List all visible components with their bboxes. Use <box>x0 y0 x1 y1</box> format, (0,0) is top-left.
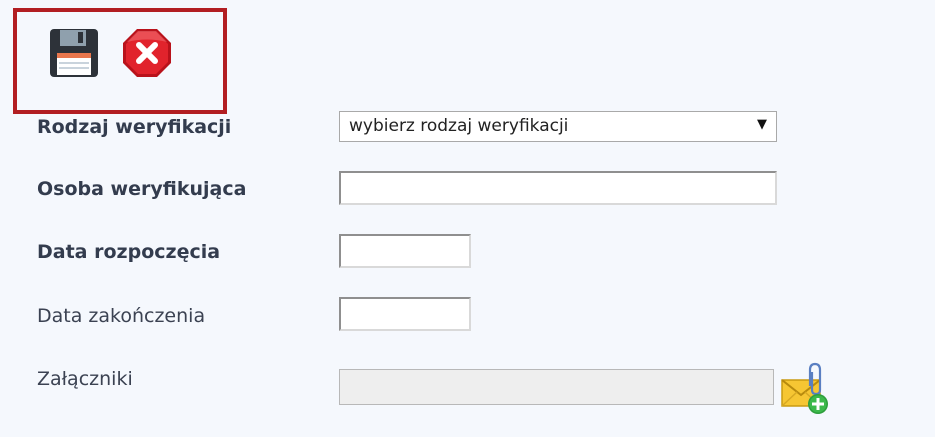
dropdown-arrow-icon: ▼ <box>757 117 767 132</box>
end-date-input[interactable] <box>339 297 471 331</box>
toolbar-highlight-frame <box>13 8 227 114</box>
start-date-label: Data rozpoczęcia <box>37 241 221 263</box>
attachments-label: Załączniki <box>37 368 133 390</box>
verification-type-select[interactable]: wybierz rodzaj weryfikacji ▼ <box>339 111 777 142</box>
end-date-label: Data zakończenia <box>37 305 206 327</box>
verification-type-selected-value: wybierz rodzaj weryfikacji <box>349 116 569 136</box>
start-date-input[interactable] <box>339 234 471 268</box>
stop-x-icon <box>123 29 171 77</box>
cancel-button[interactable] <box>121 27 173 79</box>
attachments-input <box>339 369 774 405</box>
floppy-disk-icon <box>50 29 98 77</box>
add-attachment-button[interactable] <box>780 362 834 418</box>
save-button[interactable] <box>48 27 100 79</box>
verifier-label: Osoba weryfikująca <box>37 178 247 200</box>
attach-envelope-add-icon <box>781 362 828 414</box>
verifier-input[interactable] <box>339 171 777 205</box>
verification-type-label: Rodzaj weryfikacji <box>37 116 232 138</box>
